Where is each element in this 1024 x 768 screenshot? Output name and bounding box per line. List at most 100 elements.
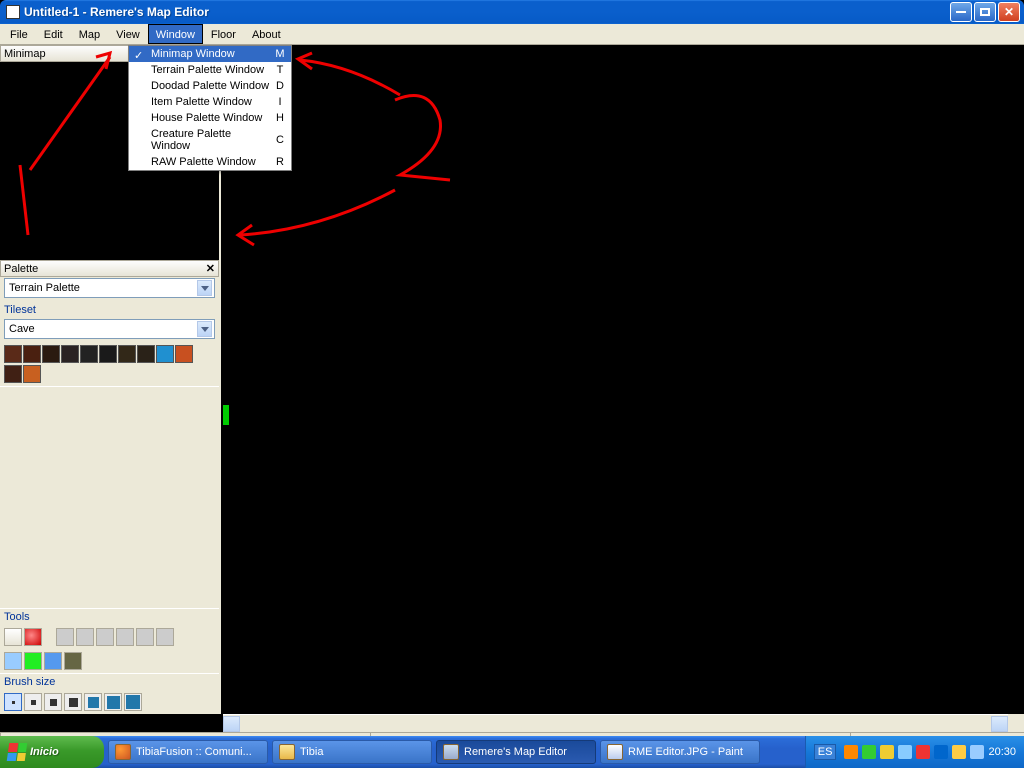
tileset-tile[interactable] (23, 345, 41, 363)
tool-button[interactable] (4, 628, 22, 646)
tileset-tile[interactable] (4, 345, 22, 363)
menu-item-shortcut: M (273, 48, 287, 60)
tileset-tile[interactable] (175, 345, 193, 363)
tileset-tile[interactable] (118, 345, 136, 363)
tool-button[interactable] (76, 628, 94, 646)
tileset-tile[interactable] (4, 365, 22, 383)
app-icon (279, 744, 295, 760)
menu-item-label: Minimap Window (151, 48, 235, 60)
system-tray[interactable]: ES 20:30 (805, 736, 1024, 768)
menu-item-creature-palette-window[interactable]: Creature Palette WindowC (129, 126, 291, 154)
tray-icon[interactable] (844, 745, 858, 759)
close-button[interactable]: ✕ (998, 2, 1020, 22)
tray-icon[interactable] (880, 745, 894, 759)
canvas-marker (223, 405, 229, 425)
taskbar-button-label: Remere's Map Editor (464, 746, 567, 758)
menu-item-label: Terrain Palette Window (151, 64, 264, 76)
taskbar-button[interactable]: RME Editor.JPG - Paint (600, 740, 760, 764)
menu-item-label: Creature Palette Window (151, 128, 273, 152)
language-indicator[interactable]: ES (814, 744, 837, 760)
tool-button[interactable] (24, 652, 42, 670)
tool-button[interactable] (96, 628, 114, 646)
menu-about[interactable]: About (244, 24, 289, 44)
tray-icon[interactable] (862, 745, 876, 759)
tileset-combo[interactable]: Cave (4, 319, 215, 339)
chevron-down-icon[interactable] (197, 321, 212, 337)
start-label: Inicio (30, 746, 59, 758)
taskbar-button-label: TibiaFusion :: Comuni... (136, 746, 252, 758)
tileset-tile[interactable] (99, 345, 117, 363)
brush-size-2[interactable] (24, 693, 42, 711)
tool-button[interactable] (116, 628, 134, 646)
menu-item-shortcut: R (273, 156, 287, 168)
brush-size-7[interactable] (124, 693, 142, 711)
menu-floor[interactable]: Floor (203, 24, 244, 44)
brush-size-3[interactable] (44, 693, 62, 711)
menu-item-house-palette-window[interactable]: House Palette WindowH (129, 110, 291, 126)
tool-button[interactable] (56, 628, 74, 646)
titlebar: Untitled-1 - Remere's Map Editor ✕ (0, 0, 1024, 24)
window-menu-dropdown[interactable]: ✓ Minimap Window M Terrain Palette WindowTD… (128, 45, 292, 171)
taskbar-button[interactable]: Tibia (272, 740, 432, 764)
tray-icon[interactable] (970, 745, 984, 759)
tool-button[interactable] (4, 652, 22, 670)
chevron-down-icon[interactable] (197, 280, 212, 296)
minimap-title: Minimap (4, 48, 46, 60)
horizontal-scrollbar[interactable] (223, 714, 1008, 732)
taskbar-button-label: Tibia (300, 746, 323, 758)
tray-icon[interactable] (898, 745, 912, 759)
palette-title: Palette (4, 263, 38, 275)
tileset-tile[interactable] (23, 365, 41, 383)
scroll-right-button[interactable] (991, 716, 1008, 732)
tray-icon[interactable] (934, 745, 948, 759)
app-icon (115, 744, 131, 760)
clock[interactable]: 20:30 (988, 746, 1016, 758)
tray-icon[interactable] (916, 745, 930, 759)
brush-size-6[interactable] (104, 693, 122, 711)
taskbar-button[interactable]: TibiaFusion :: Comuni... (108, 740, 268, 764)
tool-button[interactable] (64, 652, 82, 670)
scroll-left-button[interactable] (223, 716, 240, 732)
menu-item-shortcut: H (273, 112, 287, 124)
tileset-tile[interactable] (42, 345, 60, 363)
menu-view[interactable]: View (108, 24, 148, 44)
menu-window[interactable]: Window (148, 24, 203, 44)
menu-item-doodad-palette-window[interactable]: Doodad Palette WindowD (129, 78, 291, 94)
tool-button[interactable] (136, 628, 154, 646)
brush-size-5[interactable] (84, 693, 102, 711)
menu-edit[interactable]: Edit (36, 24, 71, 44)
tileset-label: Tileset (0, 301, 219, 318)
tile-grid (0, 342, 219, 386)
tileset-tile[interactable] (80, 345, 98, 363)
menu-item-raw-palette-window[interactable]: RAW Palette WindowR (129, 154, 291, 170)
tileset-tile[interactable] (61, 345, 79, 363)
taskbar-button[interactable]: Remere's Map Editor (436, 740, 596, 764)
palette-header[interactable]: Palette ✕ (0, 260, 219, 277)
map-canvas[interactable] (223, 45, 1024, 714)
tray-icon[interactable] (952, 745, 966, 759)
palette-close-icon[interactable]: ✕ (206, 262, 215, 275)
menu-item-terrain-palette-window[interactable]: Terrain Palette WindowT (129, 62, 291, 78)
palette-type-value: Terrain Palette (9, 282, 80, 294)
menu-item-minimap-window[interactable]: ✓ Minimap Window M (129, 46, 291, 62)
taskbar-buttons: TibiaFusion :: Comuni... Tibia Remere's Ma… (104, 736, 760, 768)
tool-button[interactable] (44, 652, 62, 670)
tileset-tile[interactable] (156, 345, 174, 363)
menu-map[interactable]: Map (71, 24, 108, 44)
start-button[interactable]: Inicio (0, 736, 104, 768)
tileset-tile[interactable] (137, 345, 155, 363)
tool-button[interactable] (24, 628, 42, 646)
minimize-button[interactable] (950, 2, 972, 22)
check-icon: ✓ (134, 49, 143, 62)
maximize-button[interactable] (974, 2, 996, 22)
menu-item-item-palette-window[interactable]: Item Palette WindowI (129, 94, 291, 110)
app-icon (443, 744, 459, 760)
menu-file[interactable]: File (2, 24, 36, 44)
brush-size-row (0, 690, 219, 714)
tileset-value: Cave (9, 323, 35, 335)
tool-button[interactable] (156, 628, 174, 646)
brush-size-4[interactable] (64, 693, 82, 711)
tools-row-1 (0, 625, 219, 649)
palette-type-combo[interactable]: Terrain Palette (4, 278, 215, 298)
brush-size-1[interactable] (4, 693, 22, 711)
